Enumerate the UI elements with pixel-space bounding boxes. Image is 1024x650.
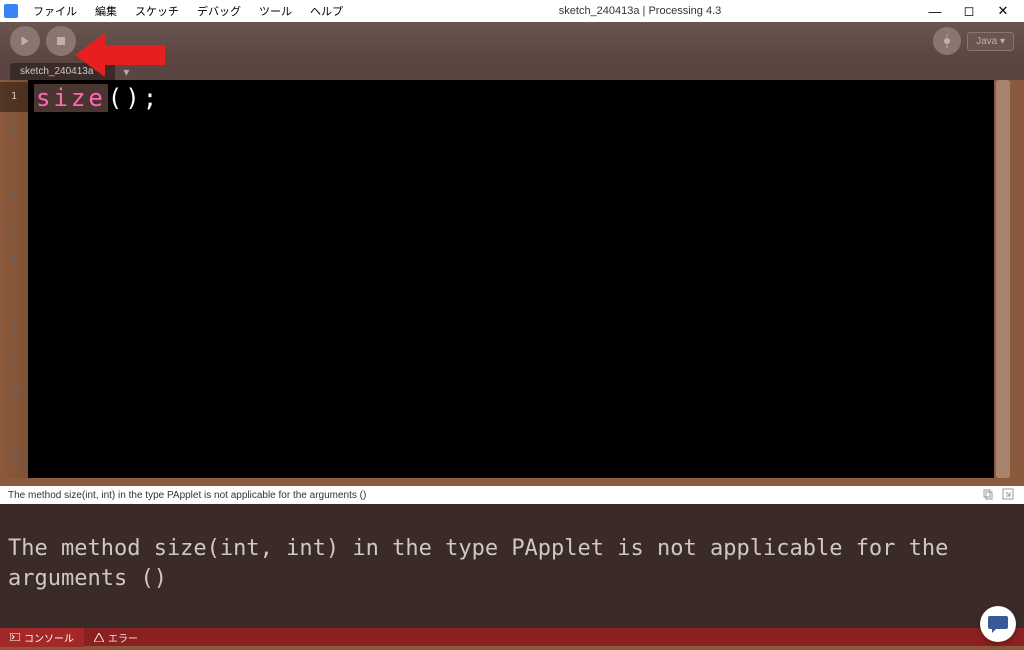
help-bubble[interactable] bbox=[980, 606, 1016, 642]
stop-icon bbox=[56, 36, 66, 46]
error-status-bar: The method size(int, int) in the type PA… bbox=[0, 486, 1024, 504]
tab-bar: sketch_240413a ▼ ▾ bbox=[0, 60, 1024, 80]
app-icon bbox=[4, 4, 18, 18]
line-gutter: 1 2 3 4 5 6 7 8 9 10 11 12 bbox=[0, 80, 28, 478]
new-tab-button[interactable]: ▾ bbox=[118, 64, 134, 80]
warning-icon bbox=[94, 633, 104, 642]
menu-help[interactable]: ヘルプ bbox=[301, 1, 352, 21]
console-output[interactable]: The method size(int, int) in the type PA… bbox=[0, 504, 1024, 628]
debug-icon bbox=[940, 34, 954, 48]
line-number: 12 bbox=[0, 442, 28, 475]
line-number: 6 bbox=[0, 244, 28, 277]
error-message: The method size(int, int) in the type PA… bbox=[8, 490, 366, 501]
menubar: ファイル 編集 スケッチ デバッグ ツール ヘルプ sketch_240413a… bbox=[0, 0, 1024, 22]
console-tab[interactable]: コンソール bbox=[0, 628, 84, 647]
footer-tabs: コンソール エラー bbox=[0, 628, 1024, 646]
editor-area: 1 2 3 4 5 6 7 8 9 10 11 12 size(); bbox=[0, 80, 1024, 486]
vertical-scrollbar[interactable] bbox=[996, 80, 1010, 478]
line-number: 2 bbox=[0, 112, 28, 145]
code-keyword: size bbox=[34, 84, 108, 112]
stop-button[interactable] bbox=[46, 26, 76, 56]
line-number: 4 bbox=[0, 178, 28, 211]
code-text: (); bbox=[108, 84, 160, 112]
console-icon bbox=[10, 633, 20, 641]
menu-file[interactable]: ファイル bbox=[24, 1, 86, 21]
minimize-button[interactable]: — bbox=[928, 4, 942, 18]
copy-error-icon[interactable] bbox=[982, 488, 996, 502]
line-number: 10 bbox=[0, 376, 28, 409]
menu-sketch[interactable]: スケッチ bbox=[126, 1, 188, 21]
window-title: sketch_240413a | Processing 4.3 bbox=[352, 5, 928, 17]
code-editor[interactable]: size(); bbox=[28, 80, 994, 478]
line-number: 11 bbox=[0, 409, 28, 442]
close-button[interactable]: ✕ bbox=[996, 4, 1010, 18]
debug-button[interactable] bbox=[933, 27, 961, 55]
expand-error-icon[interactable] bbox=[1002, 488, 1016, 502]
line-number: 3 bbox=[0, 145, 28, 178]
line-number: 7 bbox=[0, 277, 28, 310]
line-number: 5 bbox=[0, 211, 28, 244]
tab-dropdown-icon[interactable]: ▼ bbox=[97, 67, 105, 76]
menu-edit[interactable]: 編集 bbox=[86, 1, 126, 21]
error-tab-label: エラー bbox=[108, 630, 138, 645]
run-button[interactable] bbox=[10, 26, 40, 56]
play-icon bbox=[19, 35, 31, 47]
toolbar: Java ▾ bbox=[0, 22, 1024, 60]
mode-selector[interactable]: Java ▾ bbox=[967, 32, 1014, 51]
menu-tool[interactable]: ツール bbox=[250, 1, 301, 21]
tab-label: sketch_240413a bbox=[20, 66, 93, 77]
maximize-button[interactable]: ◻ bbox=[962, 4, 976, 18]
sketch-tab[interactable]: sketch_240413a ▼ bbox=[10, 63, 115, 80]
line-number: 8 bbox=[0, 310, 28, 343]
error-tab[interactable]: エラー bbox=[84, 628, 148, 647]
line-number: 9 bbox=[0, 343, 28, 376]
chat-icon bbox=[987, 614, 1009, 634]
console-text: The method size(int, int) in the type PA… bbox=[8, 534, 1016, 593]
menu-debug[interactable]: デバッグ bbox=[188, 1, 250, 21]
console-tab-label: コンソール bbox=[24, 630, 74, 645]
line-number: 1 bbox=[0, 82, 28, 112]
